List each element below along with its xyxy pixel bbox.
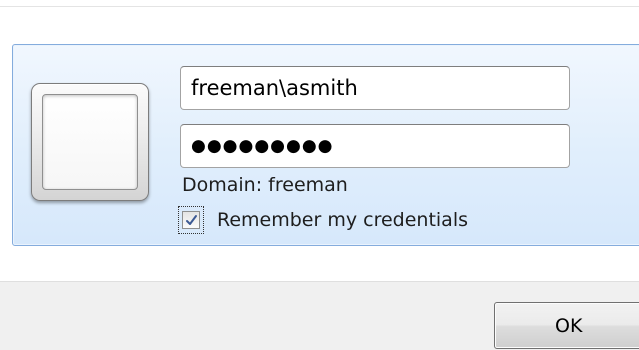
checkmark-icon — [185, 214, 197, 225]
remember-credentials-checkbox[interactable]: Remember my credentials — [178, 204, 468, 236]
remember-credentials-label[interactable]: Remember my credentials — [217, 209, 468, 231]
password-mask: ●●●●●●●●● — [191, 136, 334, 156]
ok-button-label: OK — [555, 314, 583, 337]
domain-label: Domain: freeman — [182, 174, 348, 196]
checkbox-box[interactable] — [182, 211, 200, 229]
password-field[interactable]: ●●●●●●●●● — [180, 124, 570, 168]
user-picture-icon — [31, 83, 149, 201]
username-field[interactable] — [180, 66, 570, 110]
checkbox-focus-rect[interactable] — [178, 206, 204, 234]
ok-button[interactable]: OK — [494, 302, 639, 349]
user-picture-placeholder — [42, 94, 138, 190]
top-divider — [0, 6, 639, 7]
